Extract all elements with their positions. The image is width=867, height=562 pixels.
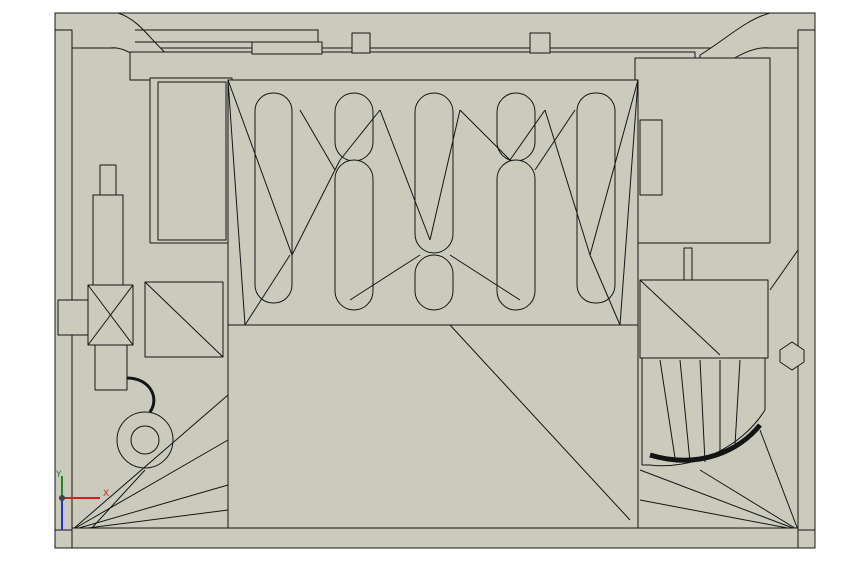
cad-model-drawing[interactable] [0, 0, 867, 562]
base-bar [71, 527, 799, 549]
axis-y-label: Y [56, 470, 62, 480]
slot-3-lower [414, 254, 454, 311]
slot-3-upper [414, 92, 454, 254]
right-gear-block [639, 279, 769, 359]
left-actuator-handle [57, 299, 89, 336]
slot-2-upper [334, 92, 374, 162]
top-bracket-right [529, 32, 551, 54]
slot-5 [576, 92, 616, 304]
axis-origin [59, 495, 65, 501]
top-bar [129, 51, 696, 81]
left-actuator-cylinder [92, 194, 124, 286]
cad-viewport[interactable]: X Y [0, 0, 867, 562]
left-wheel-hub [130, 425, 160, 455]
top-cable-connector [251, 41, 323, 55]
left-actuator-base [94, 344, 128, 391]
right-bolt [683, 247, 693, 281]
right-coupling [639, 119, 663, 196]
slot-1 [254, 92, 293, 304]
slot-2-lower [334, 159, 374, 311]
left-motor-housing [149, 77, 233, 244]
slot-4-lower [496, 159, 536, 311]
axis-x-label: X [103, 489, 110, 499]
top-bracket-left [351, 32, 371, 54]
left-actuator-sensor [99, 164, 117, 196]
